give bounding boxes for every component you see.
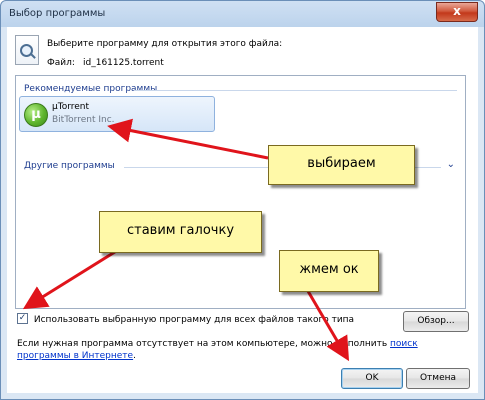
info-suffix: . (133, 351, 136, 361)
other-programs-label: Другие программы (24, 161, 115, 171)
recommended-programs-header: Рекомендуемые программы (24, 84, 457, 94)
program-publisher: BitTorrent Inc. (52, 115, 115, 125)
always-use-checkbox[interactable]: ✓ (17, 313, 28, 324)
open-with-dialog: Выбор программы x Выберите программу для… (0, 0, 485, 400)
utorrent-icon: µ (24, 103, 48, 127)
annotation-choose: выбираем (268, 145, 415, 185)
always-use-label[interactable]: Использовать выбранную программу для все… (34, 315, 354, 325)
section-divider (134, 90, 457, 91)
file-name: id_161125.torrent (83, 58, 164, 68)
program-list[interactable]: Рекомендуемые программы µ µTorrent BitTo… (15, 75, 466, 309)
annotation-press-ok: жмем ок (279, 250, 379, 292)
file-search-icon (15, 35, 39, 65)
cancel-button[interactable]: Отмена (406, 368, 470, 389)
annotation-check: ставим галочку (99, 211, 262, 253)
ok-button[interactable]: OK (341, 368, 403, 389)
close-button[interactable]: x (436, 2, 478, 22)
chevron-down-icon[interactable]: ⌄ (447, 159, 455, 170)
program-name: µTorrent (52, 102, 90, 112)
browse-button[interactable]: Обзор... (403, 311, 469, 332)
prompt-text: Выберите программу для открытия этого фа… (47, 39, 283, 49)
file-label: Файл: (47, 58, 75, 68)
always-use-row[interactable]: ✓ Использовать выбранную программу для в… (17, 313, 354, 325)
recommended-programs-label: Рекомендуемые программы (24, 84, 158, 94)
info-text: Если нужная программа отсутствует на это… (17, 339, 391, 349)
magnifier-handle (30, 53, 36, 59)
window-title: Выбор программы (9, 8, 106, 19)
dialog-body: Выберите программу для открытия этого фа… (7, 27, 478, 393)
search-online-info: Если нужная программа отсутствует на это… (17, 338, 437, 362)
title-bar: Выбор программы x (1, 1, 484, 27)
program-item-utorrent[interactable]: µ µTorrent BitTorrent Inc. (19, 96, 215, 132)
